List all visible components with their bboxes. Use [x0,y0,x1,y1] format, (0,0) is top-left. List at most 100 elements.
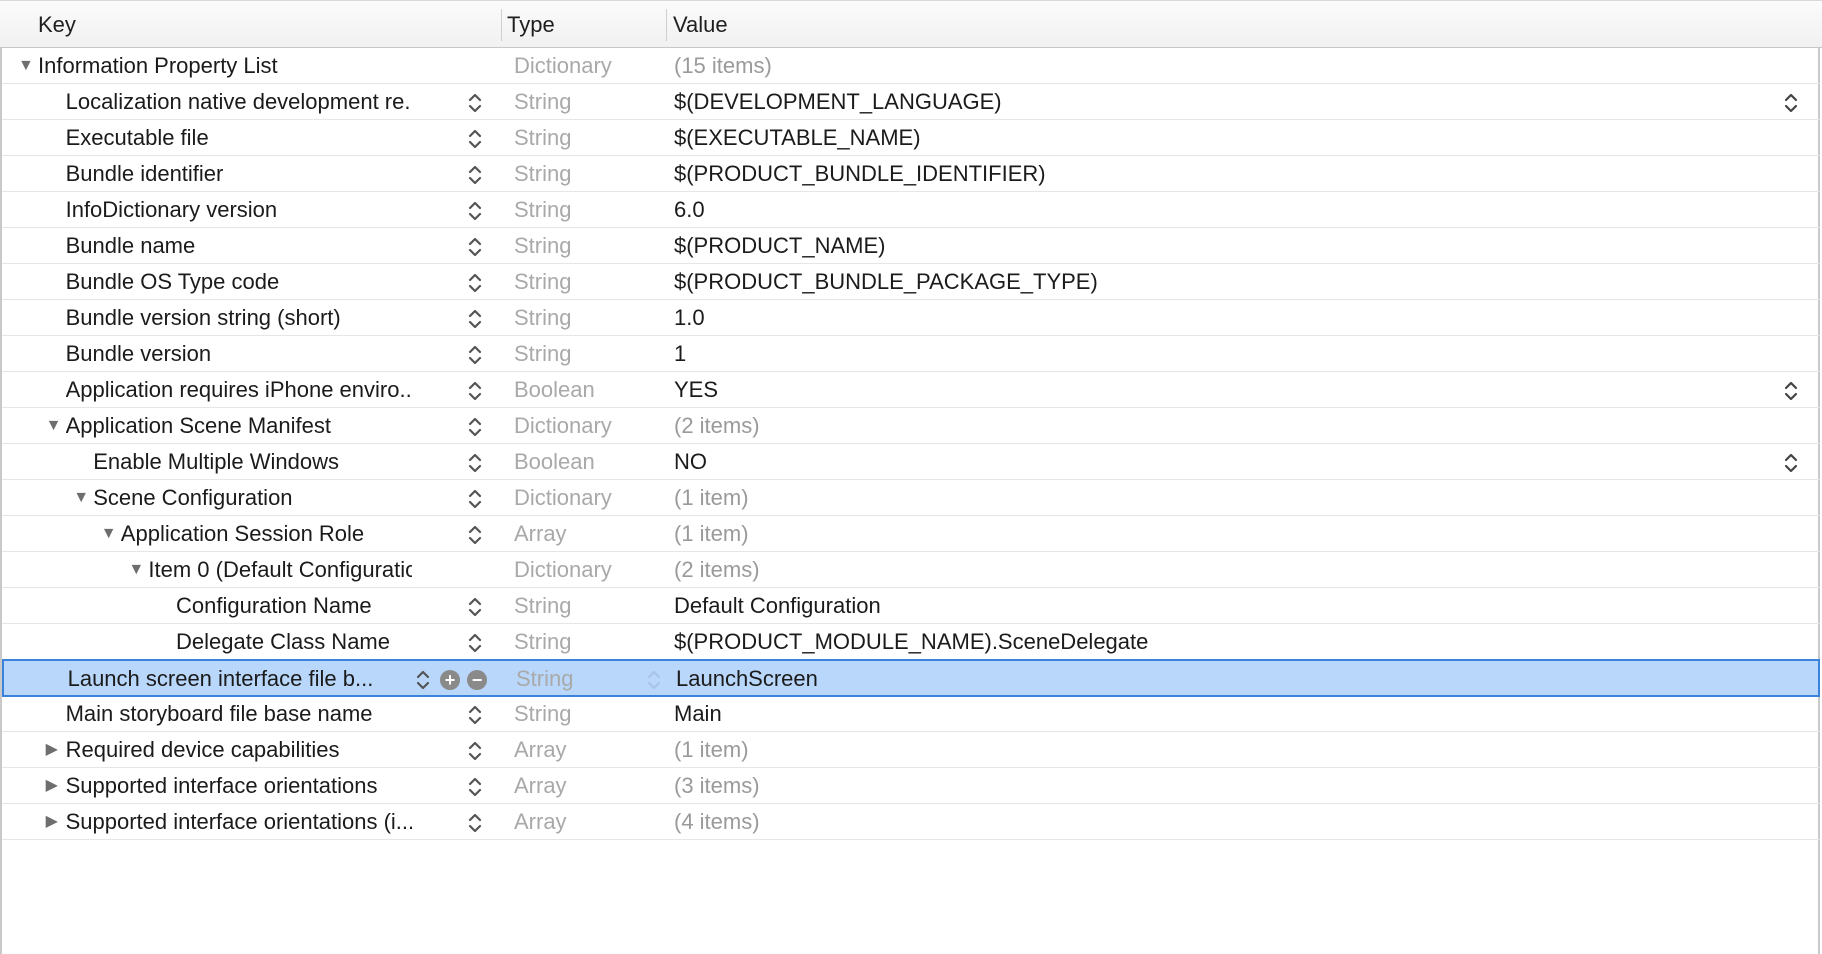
row-type[interactable]: String [514,120,571,156]
table-row[interactable]: Bundle name String $(PRODUCT_NAME) [2,228,1820,264]
row-key[interactable]: Bundle identifier [66,156,224,192]
key-stepper-icon[interactable] [416,669,430,691]
key-stepper-icon[interactable] [468,164,482,186]
row-type[interactable]: String [514,264,571,300]
row-value[interactable]: (2 items) [674,552,760,588]
table-row[interactable]: ▶ Supported interface orientations (i... A… [2,804,1820,840]
row-type[interactable]: Array [514,516,567,552]
table-row[interactable]: InfoDictionary version String 6.0 [2,192,1820,228]
row-type[interactable]: String [514,192,571,228]
table-row[interactable]: Executable file String $(EXECUTABLE_NAME) [2,120,1820,156]
row-type[interactable]: String [516,661,573,697]
row-key[interactable]: Localization native development re... [66,84,412,120]
row-type[interactable]: Dictionary [514,552,612,588]
table-row[interactable]: Delegate Class Name String $(PRODUCT_MODUL… [2,624,1820,660]
row-value[interactable]: Main [674,696,722,732]
disclosure-collapsed-icon[interactable]: ▶ [46,742,62,758]
key-stepper-icon[interactable] [468,812,482,834]
key-stepper-icon[interactable] [468,488,482,510]
table-row[interactable]: ▼ Scene Configuration Dictionary (1 item) [2,480,1820,516]
table-row[interactable]: ▼ Item 0 (Default Configuration) Dictionar… [2,552,1820,588]
row-value[interactable]: $(EXECUTABLE_NAME) [674,120,921,156]
key-stepper-icon[interactable] [468,380,482,402]
row-key[interactable]: Delegate Class Name [176,624,390,660]
table-row[interactable]: ▶ Supported interface orientations Array (3… [2,768,1820,804]
row-key[interactable]: Required device capabilities [66,732,340,768]
row-type[interactable]: Array [514,804,567,840]
key-stepper-icon[interactable] [468,740,482,762]
table-row[interactable]: Application requires iPhone enviro... Boo… [2,372,1820,408]
row-value[interactable]: (2 items) [674,408,760,444]
column-header-key[interactable]: Key [38,1,76,48]
row-key[interactable]: Supported interface orientations (i... [66,804,412,840]
column-divider[interactable] [666,9,667,41]
disclosure-expanded-icon[interactable]: ▼ [128,562,144,578]
table-row[interactable]: Bundle version string (short) String 1.0 [2,300,1820,336]
key-stepper-icon[interactable] [468,632,482,654]
row-value[interactable]: $(DEVELOPMENT_LANGUAGE) [674,84,1002,120]
row-type[interactable]: Boolean [514,372,595,408]
row-type[interactable]: String [514,696,571,732]
row-value[interactable]: (1 item) [674,516,749,552]
row-key[interactable]: Enable Multiple Windows [93,444,339,480]
key-stepper-icon[interactable] [468,524,482,546]
row-key[interactable]: Application Scene Manifest [66,408,331,444]
key-stepper-icon[interactable] [468,776,482,798]
disclosure-collapsed-icon[interactable]: ▶ [46,778,62,794]
table-row[interactable]: Bundle version String 1 [2,336,1820,372]
table-row[interactable]: ▼ Information Property List Dictionary (15 … [2,48,1820,84]
row-value[interactable]: $(PRODUCT_NAME) [674,228,885,264]
row-value[interactable]: LaunchScreen [676,661,818,697]
disclosure-expanded-icon[interactable]: ▼ [18,58,34,74]
row-type[interactable]: Dictionary [514,408,612,444]
key-stepper-icon[interactable] [468,308,482,330]
row-type[interactable]: String [514,84,571,120]
row-key[interactable]: Bundle name [66,228,196,264]
row-type[interactable]: String [514,336,571,372]
row-value[interactable]: (15 items) [674,48,772,84]
row-value[interactable]: (3 items) [674,768,760,804]
table-row[interactable]: Enable Multiple Windows Boolean NO [2,444,1820,480]
key-stepper-icon[interactable] [468,236,482,258]
row-value[interactable]: (1 item) [674,732,749,768]
disclosure-expanded-icon[interactable]: ▼ [101,526,117,542]
key-stepper-icon[interactable] [468,596,482,618]
key-stepper-icon[interactable] [468,344,482,366]
row-key[interactable]: Executable file [66,120,209,156]
row-value[interactable]: $(PRODUCT_MODULE_NAME).SceneDelegate [674,624,1148,660]
key-stepper-icon[interactable] [468,452,482,474]
row-key[interactable]: Supported interface orientations [66,768,378,804]
row-key[interactable]: Bundle OS Type code [66,264,280,300]
row-value[interactable]: Default Configuration [674,588,881,624]
row-key[interactable]: Launch screen interface file b... [68,661,374,697]
row-value[interactable]: 1.0 [674,300,705,336]
row-key[interactable]: Bundle version [66,336,212,372]
disclosure-collapsed-icon[interactable]: ▶ [46,814,62,830]
value-popup-stepper-icon[interactable] [1784,92,1798,114]
column-header-value[interactable]: Value [673,1,728,48]
row-key[interactable]: Application Session Role [121,516,364,552]
row-value[interactable]: NO [674,444,707,480]
row-type[interactable]: Array [514,732,567,768]
row-type[interactable]: String [514,588,571,624]
key-stepper-icon[interactable] [468,200,482,222]
type-stepper-icon[interactable] [647,669,661,691]
table-row[interactable]: Configuration Name String Default Configur… [2,588,1820,624]
table-row[interactable]: Bundle OS Type code String $(PRODUCT_BUNDL… [2,264,1820,300]
key-stepper-icon[interactable] [468,272,482,294]
key-stepper-icon[interactable] [468,128,482,150]
table-row[interactable]: ▼ Application Session Role Array (1 item) [2,516,1820,552]
row-key[interactable]: Main storyboard file base name [66,696,373,732]
row-value[interactable]: YES [674,372,718,408]
key-stepper-icon[interactable] [468,416,482,438]
table-row[interactable]: Main storyboard file base name String Main [2,696,1820,732]
row-type[interactable]: Dictionary [514,480,612,516]
table-row[interactable]: ▶ Required device capabilities Array (1 ite… [2,732,1820,768]
row-key[interactable]: Item 0 (Default Configuration) [148,552,412,588]
row-key[interactable]: Scene Configuration [93,480,292,516]
key-stepper-icon[interactable] [468,92,482,114]
row-value[interactable]: 6.0 [674,192,705,228]
row-key[interactable]: Configuration Name [176,588,372,624]
row-type[interactable]: String [514,624,571,660]
add-row-button[interactable]: + [440,670,460,690]
